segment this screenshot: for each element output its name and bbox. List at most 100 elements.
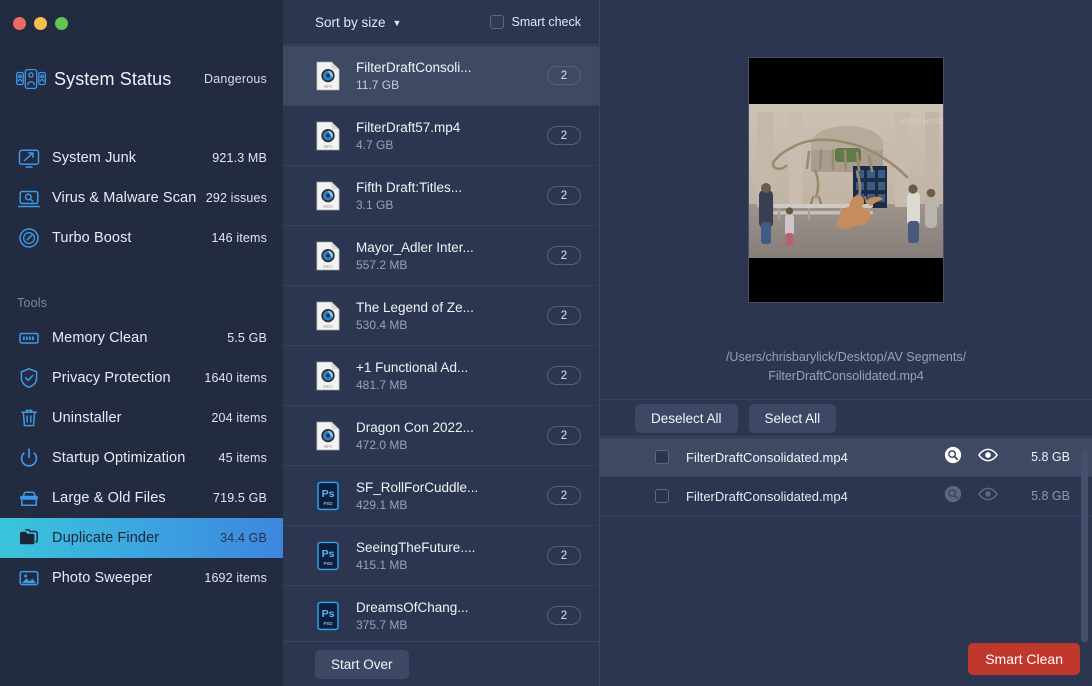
file-meta: SF_RollForCuddle... 429.1 MB xyxy=(356,480,478,512)
sidebar-item-value: 204 items xyxy=(211,411,267,425)
duplicate-file-list[interactable]: MP4 FilterDraftConsoli... 11.7 GB 2 MP4 Fi… xyxy=(283,46,599,641)
sidebar-item-value: 1692 items xyxy=(204,571,267,585)
psd-file-icon: Ps PSD xyxy=(315,541,341,571)
sidebar: System Status Dangerous System Junk 921.… xyxy=(0,0,283,686)
file-list-item[interactable]: Ps PSD SeeingTheFuture.... 415.1 MB 2 xyxy=(283,526,599,586)
close-button[interactable] xyxy=(13,17,26,30)
sidebar-item-photo-sweeper[interactable]: Photo Sweeper 1692 items xyxy=(0,558,283,598)
window-controls xyxy=(13,17,68,30)
file-list-item[interactable]: MOV Mayor_Adler Inter... 557.2 MB 2 xyxy=(283,226,599,286)
file-list-item[interactable]: Ps PSD SF_RollForCuddle... 429.1 MB 2 xyxy=(283,466,599,526)
video-file-icon: MP4 xyxy=(315,61,341,91)
system-junk-icon xyxy=(17,146,41,170)
svg-text:PSD: PSD xyxy=(323,621,332,626)
eye-icon[interactable] xyxy=(977,486,999,507)
sidebar-item-startup-optimization[interactable]: Startup Optimization 45 items xyxy=(0,438,283,478)
start-over-button[interactable]: Start Over xyxy=(315,649,409,679)
duplicate-count-badge: 2 xyxy=(547,306,581,325)
sidebar-item-virus-malware-scan[interactable]: Virus & Malware Scan 292 issues xyxy=(0,178,283,218)
duplicate-detail-list[interactable]: FilterDraftConsolidated.mp4 5.8 GB FilterD… xyxy=(600,438,1092,566)
file-name: SF_RollForCuddle... xyxy=(356,479,479,495)
file-list-item[interactable]: MP4 Dragon Con 2022... 472.0 MB 2 xyxy=(283,406,599,466)
system-status-icon xyxy=(16,68,46,90)
sidebar-main-nav: System Junk 921.3 MB Virus & Malware Sca… xyxy=(0,138,283,258)
list-footer: Start Over xyxy=(283,641,600,686)
magnifier-icon[interactable] xyxy=(944,485,962,508)
duplicate-row[interactable]: FilterDraftConsolidated.mp4 5.8 GB xyxy=(600,477,1092,516)
duplicate-checkbox[interactable] xyxy=(655,489,669,503)
file-name: FilterDraftConsoli... xyxy=(356,59,472,75)
file-path-line1: /Users/chrisbarylick/Desktop/AV Segments… xyxy=(725,350,967,364)
duplicate-row[interactable]: FilterDraftConsolidated.mp4 5.8 GB xyxy=(600,438,1092,477)
file-size: 4.7 GB xyxy=(356,137,394,152)
sidebar-item-value: 292 issues xyxy=(205,191,267,205)
video-file-icon: MOV xyxy=(315,301,341,331)
file-name: FilterDraft57.mp4 xyxy=(356,119,461,135)
file-meta: The Legend of Ze... 530.4 MB xyxy=(356,300,474,332)
file-list-item[interactable]: MP4 FilterDraft57.mp4 4.7 GB 2 xyxy=(283,106,599,166)
smart-check-toggle[interactable]: Smart check xyxy=(489,15,581,29)
system-status-row[interactable]: System Status Dangerous xyxy=(0,62,283,96)
file-size: 11.7 GB xyxy=(356,77,400,92)
file-meta: Mayor_Adler Inter... 557.2 MB xyxy=(356,240,474,272)
file-path: /Users/chrisbarylick/Desktop/AV Segments… xyxy=(600,348,1092,386)
sidebar-item-value: 719.5 GB xyxy=(212,491,267,505)
file-name: Mayor_Adler Inter... xyxy=(356,239,474,255)
select-all-button[interactable]: Select All xyxy=(748,403,837,433)
sidebar-item-duplicate-finder[interactable]: Duplicate Finder 34.4 GB xyxy=(0,518,283,558)
sidebar-item-uninstaller[interactable]: Uninstaller 204 items xyxy=(0,398,283,438)
duplicate-actions: 5.8 GB xyxy=(944,446,1070,469)
sort-label: Sort by size xyxy=(315,14,386,30)
file-name: +1 Functional Ad... xyxy=(356,359,469,375)
duplicate-folder-icon xyxy=(17,526,41,550)
file-meta: SeeingTheFuture.... 415.1 MB xyxy=(356,540,475,572)
sidebar-item-value: 1640 items xyxy=(204,371,267,385)
deselect-all-button[interactable]: Deselect All xyxy=(635,403,738,433)
duplicate-actions: 5.8 GB xyxy=(944,485,1070,508)
file-list-item[interactable]: Ps PSD DreamsOfChang... 375.7 MB 2 xyxy=(283,586,599,641)
file-meta: +1 Functional Ad... 481.7 MB xyxy=(356,360,468,392)
file-name: Fifth Draft:Titles... xyxy=(356,179,463,195)
svg-text:MOV: MOV xyxy=(323,264,333,269)
vertical-scrollbar[interactable] xyxy=(1081,450,1088,642)
duplicate-checkbox[interactable] xyxy=(655,450,669,464)
sort-by-size-dropdown[interactable]: Sort by size ▼ xyxy=(315,15,401,30)
duplicate-count-badge: 2 xyxy=(547,186,581,205)
sidebar-item-system-junk[interactable]: System Junk 921.3 MB xyxy=(0,138,283,178)
minimize-button[interactable] xyxy=(34,17,47,30)
shield-icon xyxy=(17,366,41,390)
svg-text:PSD: PSD xyxy=(323,501,332,506)
sidebar-item-label: Photo Sweeper xyxy=(52,570,153,586)
file-list-item[interactable]: MP4 FilterDraftConsoli... 11.7 GB 2 xyxy=(283,46,599,106)
duplicate-count-badge: 2 xyxy=(547,66,581,85)
file-list-item[interactable]: MOV The Legend of Ze... 530.4 MB 2 xyxy=(283,286,599,346)
file-meta: Fifth Draft:Titles... 3.1 GB xyxy=(356,180,462,212)
sidebar-item-large-old-files[interactable]: Large & Old Files 719.5 GB xyxy=(0,478,283,518)
video-file-icon: MOV xyxy=(315,241,341,271)
sidebar-item-privacy-protection[interactable]: Privacy Protection 1640 items xyxy=(0,358,283,398)
smart-clean-button[interactable]: Smart Clean xyxy=(968,643,1080,675)
sidebar-item-value: 34.4 GB xyxy=(220,531,267,545)
file-meta: DreamsOfChang... 375.7 MB xyxy=(356,600,469,632)
smart-check-checkbox[interactable] xyxy=(489,15,504,29)
sidebar-item-label: Virus & Malware Scan xyxy=(52,190,197,206)
virus-scan-icon xyxy=(17,186,41,210)
sidebar-item-memory-clean[interactable]: Memory Clean 5.5 GB xyxy=(0,318,283,358)
sidebar-item-value: 45 items xyxy=(218,451,267,465)
maximize-button[interactable] xyxy=(55,17,68,30)
svg-text:MP4: MP4 xyxy=(324,144,333,149)
psd-file-icon: Ps PSD xyxy=(315,601,341,631)
video-preview-thumbnail[interactable]: FIELD MUSEUM xyxy=(748,57,944,303)
svg-text:MP4: MP4 xyxy=(324,444,333,449)
eye-icon[interactable] xyxy=(977,447,999,468)
page-title: System Status xyxy=(54,68,172,89)
sidebar-item-turbo-boost[interactable]: Turbo Boost 146 items xyxy=(0,218,283,258)
file-list-item[interactable]: MOV Fifth Draft:Titles... 3.1 GB 2 xyxy=(283,166,599,226)
sidebar-item-label: System Junk xyxy=(52,150,137,166)
magnifier-icon[interactable] xyxy=(944,446,962,469)
video-file-icon: MOV xyxy=(315,181,341,211)
trash-icon xyxy=(17,406,41,430)
file-list-item[interactable]: MOV +1 Functional Ad... 481.7 MB 2 xyxy=(283,346,599,406)
file-size: 557.2 MB xyxy=(356,257,408,272)
video-file-icon: MOV xyxy=(315,361,341,391)
